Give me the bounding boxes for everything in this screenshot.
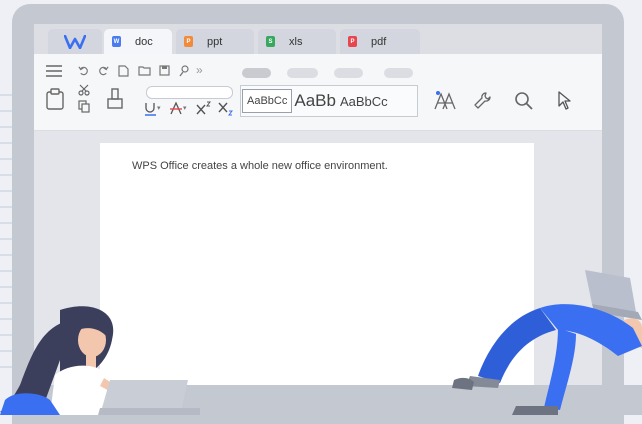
font-name-box[interactable] (146, 86, 233, 99)
tab-label: pdf (371, 35, 387, 48)
pdf-file-icon: P (348, 36, 357, 47)
wps-logo-tab[interactable] (48, 29, 102, 54)
wps-logo-icon (64, 34, 86, 49)
pointer-cursor-icon[interactable] (558, 91, 572, 110)
tab-doc[interactable]: W doc (104, 29, 172, 54)
person-illustration-right (452, 270, 642, 415)
dropdown-caret-icon[interactable]: ▾ (183, 104, 187, 112)
doc-file-icon: W (112, 36, 121, 47)
ppt-file-icon: P (184, 36, 193, 47)
tab-ppt[interactable]: P ppt (176, 29, 254, 54)
more-chevron-icon[interactable]: » (196, 63, 203, 77)
style-gallery: AaBbCc AaBb AaBbCc (240, 85, 418, 117)
search-icon[interactable] (514, 91, 533, 110)
wrench-icon[interactable] (474, 92, 492, 110)
tab-xls[interactable]: S xls (258, 29, 336, 54)
style-option-normal[interactable]: AaBbCc (242, 89, 293, 113)
undo-icon[interactable] (78, 65, 89, 76)
copy-icon[interactable] (78, 100, 90, 113)
subscript-icon[interactable] (218, 102, 234, 116)
cut-icon[interactable] (78, 84, 90, 96)
ribbon-tab-placeholder[interactable] (384, 68, 413, 78)
strikethrough-icon[interactable] (169, 102, 183, 116)
new-file-icon[interactable] (118, 65, 129, 77)
save-icon[interactable] (159, 65, 170, 76)
style-option-subtitle[interactable]: AaBbCc (340, 94, 388, 109)
tab-pdf[interactable]: P pdf (340, 29, 420, 54)
redo-icon[interactable] (98, 65, 109, 76)
style-option-heading[interactable]: AaBb (294, 91, 336, 111)
tab-label: doc (135, 35, 153, 48)
format-painter-icon[interactable] (106, 88, 124, 110)
paste-icon[interactable] (46, 88, 64, 110)
document-text[interactable]: WPS Office creates a whole new office en… (132, 160, 388, 172)
tab-bar: W doc P ppt S xls P pdf (34, 24, 602, 54)
underline-icon[interactable] (144, 102, 158, 116)
superscript-icon[interactable] (196, 101, 212, 115)
ribbon-tab-placeholder[interactable] (334, 68, 363, 78)
find-icon[interactable] (179, 65, 190, 77)
dropdown-caret-icon[interactable]: ▾ (157, 104, 161, 112)
ribbon-tab-placeholder[interactable] (242, 68, 271, 78)
text-effects-icon[interactable] (434, 90, 456, 110)
menu-icon[interactable] (46, 65, 62, 77)
open-folder-icon[interactable] (138, 65, 151, 76)
tab-label: xls (289, 35, 303, 48)
ribbon-tab-placeholder[interactable] (287, 68, 318, 78)
person-illustration-left (0, 306, 200, 415)
toolbar: » ▾ ▾ AaBbCc AaBb AaBbCc (34, 54, 602, 131)
xls-file-icon: S (266, 36, 275, 47)
tab-label: ppt (207, 35, 223, 48)
